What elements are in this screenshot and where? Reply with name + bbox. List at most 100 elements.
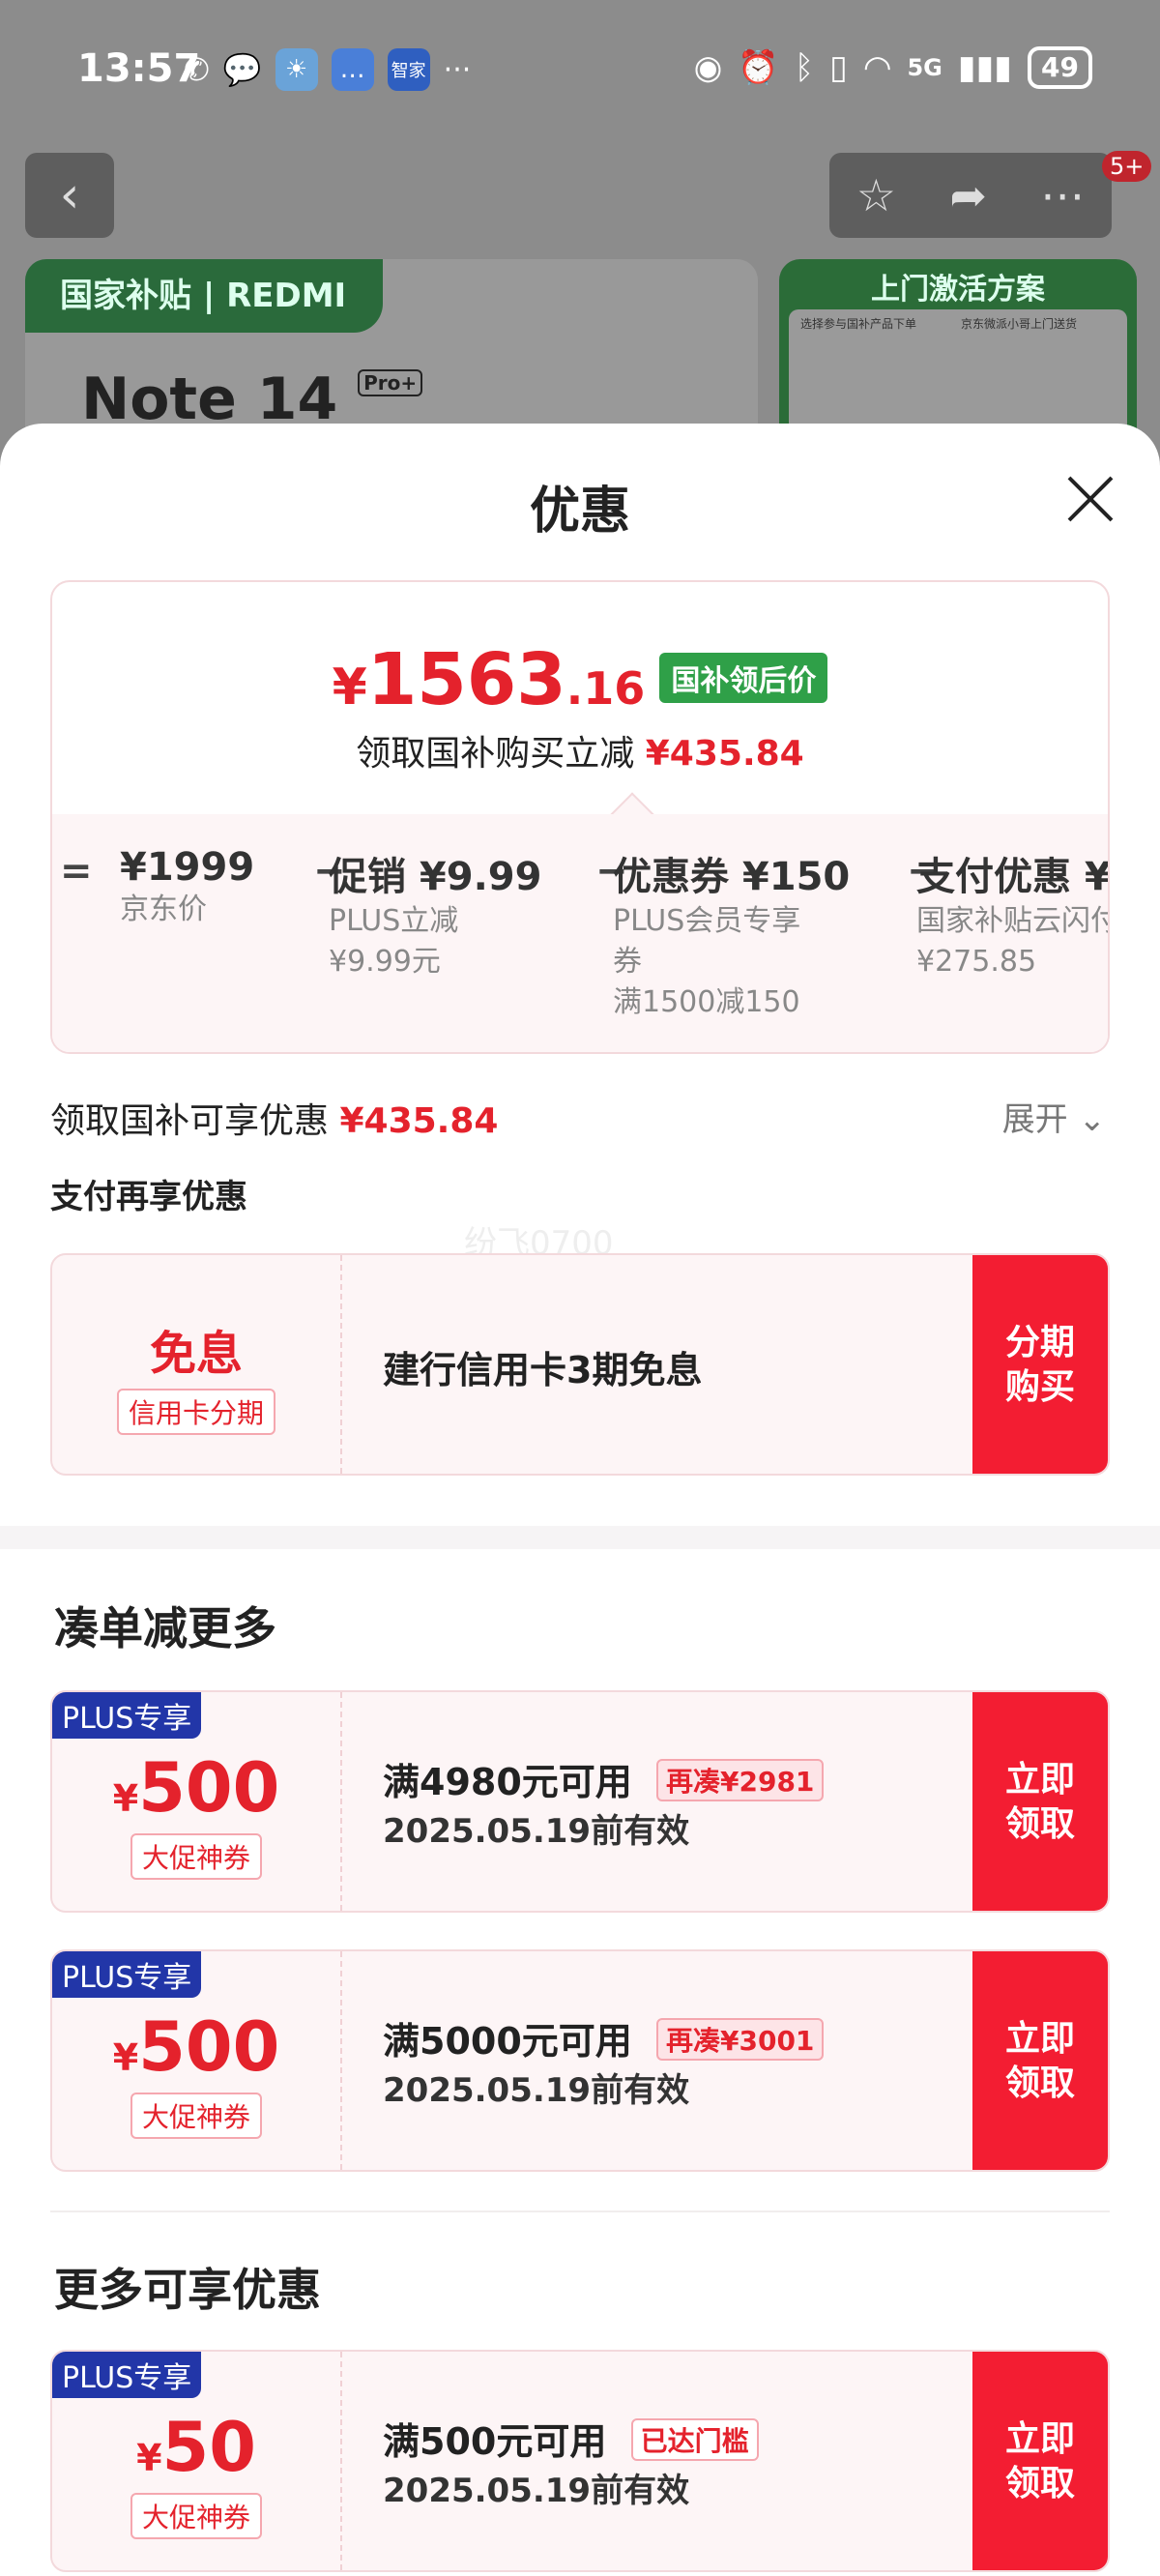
formula-item-line: PLUS会员专享 [613, 904, 801, 938]
coupon-hint: 已达门槛 [630, 2418, 759, 2461]
promo-model-suffix: Pro+ [358, 369, 423, 396]
status-time: 13:57 [77, 46, 201, 91]
coupon-card: PLUS专享 ¥50 大促神券 满500元可用 已达门槛 2025.05.19前… [50, 2350, 1110, 2572]
plus-tag: PLUS专享 [52, 1951, 202, 1998]
coupon-value: ¥500 [52, 1748, 340, 1828]
activation-step-1: 选择参与国补产品下单 [800, 317, 917, 331]
equals-sign: = [60, 849, 93, 893]
coupon-hint: 再凑¥3001 [656, 2018, 825, 2061]
vibrate-icon: ▯ [829, 48, 848, 87]
gov-subsidy-amount: ¥435.84 [339, 1101, 499, 1141]
missed-call-icon: ✆ [184, 51, 210, 88]
formula-item: 优惠券 ¥150 PLUS会员专享 券 满1500减150 [613, 845, 850, 1023]
expand-label: 展开 [1001, 1100, 1068, 1139]
plus-tag: PLUS专享 [52, 1692, 202, 1739]
coupon-card: PLUS专享 ¥500 大促神券 满5000元可用 再凑¥3001 2025.0… [50, 1949, 1110, 2172]
coupon-condition-row: 满500元可用 已达门槛 [383, 2412, 759, 2465]
price-symbol: ¥ [332, 659, 367, 717]
coupon-expiry: 2025.05.19前有效 [383, 1812, 690, 1851]
weather-icon: ☀ [275, 48, 318, 91]
bluetooth-icon: ᛒ [794, 48, 815, 87]
coupon-tag: 大促神券 [130, 2093, 262, 2139]
formula-item: 支付优惠 ¥2 国家补贴云闪付 ¥275.85 [916, 845, 1110, 982]
formula-item-line: 国家补贴云闪付 [916, 904, 1110, 938]
pay-discount-title: 支付再享优惠 [50, 1178, 247, 1216]
installment-value: 免息 [149, 1327, 243, 1381]
alarm-icon: ⏰ [738, 48, 779, 87]
expand-toggle[interactable]: 展开 ⌄ [1002, 1093, 1106, 1140]
more-offers-title: 更多可享优惠 [54, 2264, 321, 2316]
coupon-condition: 满5000元可用 [383, 2020, 632, 2063]
coupon-left: PLUS专享 ¥500 大促神券 [52, 1951, 342, 2170]
bundle-section-title: 凑单减更多 [54, 1602, 276, 1654]
formula-item-title: 优惠券 ¥150 [613, 855, 851, 899]
coupon-left: PLUS专享 ¥500 大促神券 [52, 1692, 342, 1911]
eye-icon: ◉ [693, 48, 723, 87]
battery-indicator: 49 [1028, 46, 1092, 89]
formula-item-title: 支付优惠 ¥2 [916, 855, 1110, 899]
formula-item: ¥1999 京东价 [120, 845, 254, 930]
gov-subsidy-label: 领取国补可享优惠 [50, 1101, 330, 1141]
close-icon[interactable] [1059, 468, 1121, 530]
coupon-amount: 500 [138, 1748, 280, 1828]
price-decimal: .16 [566, 662, 646, 715]
formula-item-line: 满1500减150 [613, 985, 800, 1019]
network-label: 5G [907, 54, 942, 81]
price-summary: ¥1563.16 国补领后价 领取国补购买立减 ¥435.84 [52, 582, 1108, 814]
formula-item-line: ¥9.99元 [329, 945, 441, 979]
share-icon[interactable]: ➦ [949, 169, 987, 221]
gov-subsidy-row: 领取国补可享优惠 ¥435.84 [50, 1093, 498, 1143]
coupon-mid: 满4980元可用 再凑¥2981 2025.05.19前有效 [342, 1692, 972, 1911]
more-icon[interactable]: ⋯ [1040, 169, 1085, 221]
claim-coupon-button[interactable]: 立即 领取 [972, 1951, 1108, 2170]
star-icon[interactable]: ☆ [856, 169, 896, 221]
claim-coupon-button[interactable]: 立即 领取 [972, 1692, 1108, 1911]
coupon-card: PLUS专享 ¥500 大促神券 满4980元可用 再凑¥2981 2025.0… [50, 1690, 1110, 1913]
coupon-value: ¥500 [52, 2007, 340, 2087]
coupon-expiry: 2025.05.19前有效 [383, 2472, 690, 2510]
coupon-symbol: ¥ [112, 1777, 139, 1820]
coupon-value: ¥50 [52, 2408, 340, 2487]
final-price: ¥1563.16 国补领后价 [52, 638, 1108, 721]
coupon-condition-row: 满5000元可用 再凑¥3001 [383, 2011, 825, 2064]
formula-item-line: 京东价 [120, 893, 207, 926]
coupon-left: PLUS专享 ¥50 大促神券 [52, 2352, 342, 2570]
message-badge: 5+ [1102, 151, 1152, 182]
chevron-left-icon: ‹ [59, 166, 80, 224]
installment-mid: 建行信用卡3期免息 [342, 1255, 972, 1474]
price-breakdown-card: ¥1563.16 国补领后价 领取国补购买立减 ¥435.84 = ¥1999 … [50, 580, 1110, 1054]
installment-tag: 信用卡分期 [116, 1389, 276, 1435]
installment-card: 免息 信用卡分期 建行信用卡3期免息 分期 购买 [50, 1253, 1110, 1476]
plus-tag: PLUS专享 [52, 2352, 202, 2398]
activation-step-2: 京东微派小哥上门送货 [961, 317, 1078, 331]
savings-text: 领取国补购买立减 [356, 734, 635, 774]
formula-item-line: ¥275.85 [916, 945, 1037, 979]
coupon-tag: 大促神券 [130, 1833, 262, 1880]
smart-home-icon: 智家 [387, 48, 430, 91]
price-integer: 1563 [366, 638, 566, 721]
coupon-amount: 500 [138, 2007, 280, 2087]
coupon-hint: 再凑¥2981 [656, 1759, 825, 1801]
notification-icons: ✆ 💬 ☀ … 智家 ··· [184, 48, 471, 91]
coupon-mid: 满5000元可用 再凑¥3001 2025.05.19前有效 [342, 1951, 972, 2170]
sheet-title: 优惠 [529, 483, 630, 541]
discount-sheet: 优惠 ¥1563.16 国补领后价 领取国补购买立减 ¥435.84 = ¥19… [0, 424, 1160, 2576]
coupon-condition: 满500元可用 [383, 2420, 607, 2463]
signal-icon: ▮▮▮ [957, 48, 1013, 87]
chevron-down-icon: ⌄ [1078, 1100, 1107, 1139]
claim-coupon-button[interactable]: 立即 领取 [972, 2352, 1108, 2570]
more-notifications-icon: ··· [443, 52, 472, 87]
coupon-symbol: ¥ [136, 2437, 162, 2479]
installment-desc: 建行信用卡3期免息 [383, 1349, 703, 1391]
coupon-condition: 满4980元可用 [383, 1761, 632, 1803]
coupon-mid: 满500元可用 已达门槛 2025.05.19前有效 [342, 2352, 972, 2570]
coupon-condition-row: 满4980元可用 再凑¥2981 [383, 1752, 825, 1805]
section-separator [50, 2210, 1110, 2212]
formula-item-title: ¥1999 [120, 845, 255, 890]
back-button[interactable]: ‹ [25, 153, 114, 238]
formula-item-line: 券 [613, 945, 642, 979]
installment-buy-button[interactable]: 分期 购买 [972, 1255, 1108, 1474]
message-icon: … [331, 48, 374, 91]
price-formula[interactable]: = ¥1999 京东价 − 促销 ¥9.99 PLUS立减 ¥9.99元 − 优… [52, 814, 1110, 1052]
coupon-tag: 大促神券 [130, 2493, 262, 2539]
